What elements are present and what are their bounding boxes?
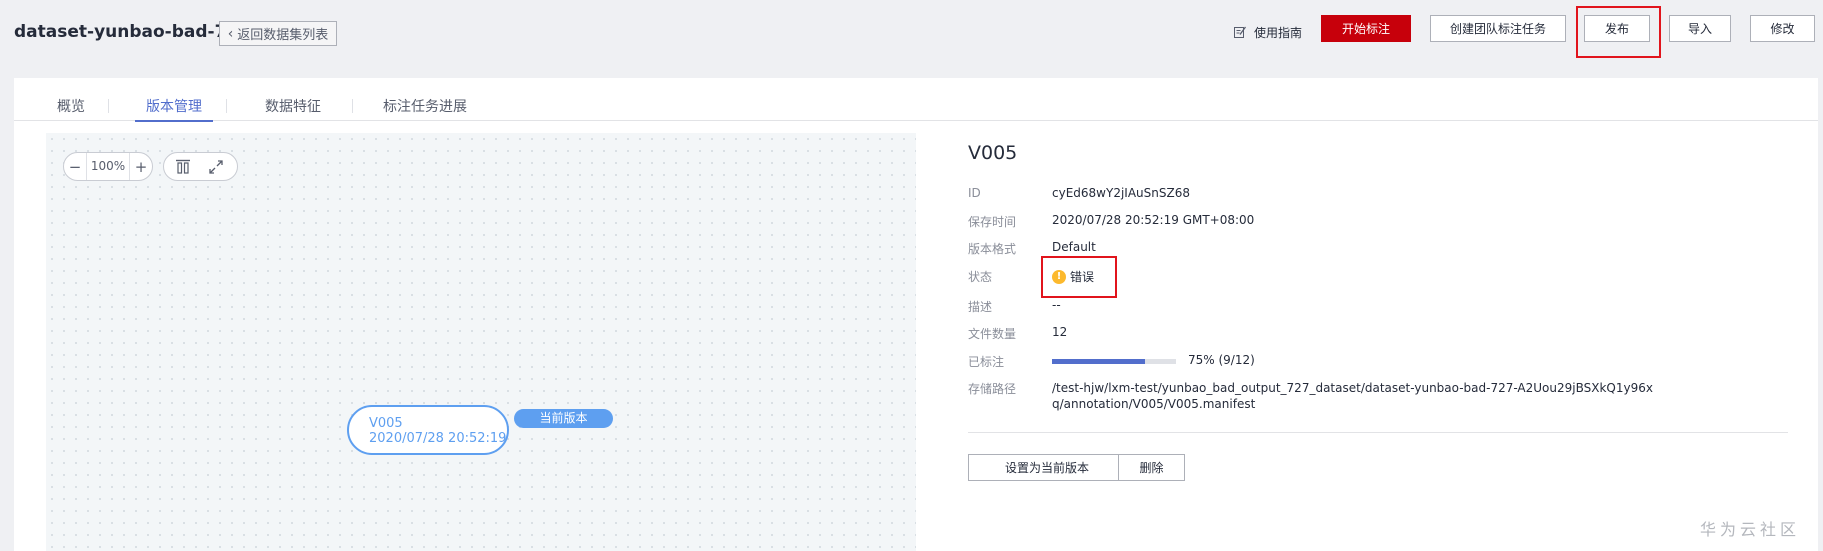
version-graph-canvas[interactable]: − 100% + V005 2020/07/28 20:52:19 当前版本 [46, 133, 916, 551]
file-count-label: 文件数量 [968, 327, 1017, 341]
create-team-task-button[interactable]: 创建团队标注任务 [1430, 15, 1566, 42]
id-label: ID [968, 186, 981, 200]
fullscreen-icon[interactable] [208, 159, 224, 175]
usage-guide-link[interactable]: 使用指南 [1234, 22, 1302, 42]
top-bar: dataset-yunbao-bad-727 ‹ 返回数据集列表 使用指南 开始… [0, 0, 1823, 78]
back-to-list-button[interactable]: ‹ 返回数据集列表 [219, 21, 337, 46]
edit-button[interactable]: 修改 [1750, 15, 1815, 42]
storage-path-label: 存储路径 [968, 382, 1017, 396]
format-value: Default [1052, 240, 1096, 254]
labeled-label: 已标注 [968, 355, 1005, 369]
back-to-list-label: 返回数据集列表 [237, 28, 329, 43]
status-label: 状态 [968, 270, 993, 284]
dataset-title: dataset-yunbao-bad-727 [14, 22, 251, 42]
labeled-progress-fill [1052, 359, 1145, 364]
zoom-control: − 100% + [63, 152, 153, 181]
current-version-badge: 当前版本 [514, 409, 613, 428]
saved-time-label: 保存时间 [968, 215, 1017, 229]
tab-version-management[interactable]: 版本管理 [135, 96, 213, 122]
tab-divider [226, 99, 227, 113]
status-text: 错误 [1070, 270, 1095, 284]
id-value: cyEd68wY2jIAuSnSZ68 [1052, 186, 1190, 200]
description-label: 描述 [968, 300, 993, 314]
format-label: 版本格式 [968, 242, 1017, 256]
file-count-value: 12 [1052, 325, 1068, 339]
status-value: ! 错误 [1052, 268, 1094, 285]
tab-labeling-progress[interactable]: 标注任务进展 [383, 96, 467, 120]
version-node-time: 2020/07/28 20:52:19 [369, 431, 507, 446]
tab-overview[interactable]: 概览 [57, 96, 85, 120]
warning-icon: ! [1052, 269, 1066, 284]
align-top-icon[interactable] [175, 159, 191, 175]
view-control [163, 152, 238, 181]
edit-note-icon [1234, 26, 1247, 38]
main-card: 概览 版本管理 数据特征 标注任务进展 − 100% + V005 2020/0… [14, 78, 1818, 551]
usage-guide-label: 使用指南 [1254, 25, 1303, 40]
delete-button[interactable]: 删除 [1118, 454, 1185, 481]
details-divider [968, 432, 1788, 433]
version-node-name: V005 [369, 416, 403, 431]
tab-data-features[interactable]: 数据特征 [265, 96, 321, 120]
publish-button[interactable]: 发布 [1584, 15, 1650, 42]
watermark: 华为云社区 [1700, 520, 1801, 539]
set-current-version-button[interactable]: 设置为当前版本 [968, 454, 1126, 481]
description-value: -- [1052, 298, 1061, 312]
chevron-left-icon: ‹ [227, 25, 234, 42]
tab-divider [108, 99, 109, 113]
zoom-out-button[interactable]: − [64, 158, 86, 176]
tab-divider [352, 99, 353, 113]
tab-bar: 概览 版本管理 数据特征 标注任务进展 [14, 78, 1818, 122]
start-labeling-button[interactable]: 开始标注 [1321, 15, 1411, 42]
storage-path-value: /test-hjw/lxm-test/yunbao_bad_output_727… [1052, 381, 1653, 411]
labeled-progress-bar [1052, 359, 1176, 364]
version-title: V005 [968, 142, 1018, 164]
labeled-progress-text: 75% (9/12) [1188, 353, 1255, 367]
import-button[interactable]: 导入 [1669, 15, 1731, 42]
version-node[interactable]: V005 2020/07/28 20:52:19 [347, 405, 509, 455]
saved-time-value: 2020/07/28 20:52:19 GMT+08:00 [1052, 213, 1255, 227]
zoom-level: 100% [86, 153, 130, 180]
zoom-in-button[interactable]: + [130, 158, 152, 176]
